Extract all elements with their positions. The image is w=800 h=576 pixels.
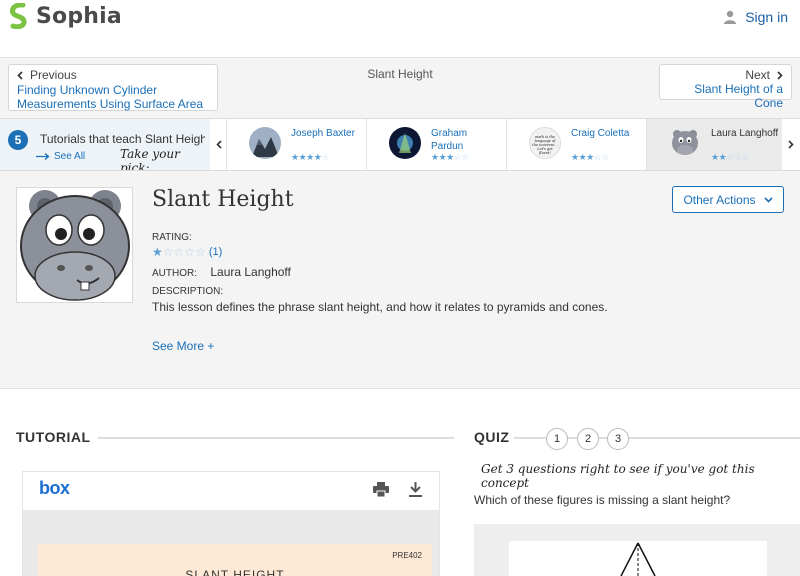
quiz-question-3[interactable]: 3 [607, 428, 629, 450]
document-code: PRE402 [392, 551, 422, 560]
star-filled-icon: ★ [306, 152, 314, 162]
tutorial-count-badge: 5 [8, 130, 28, 150]
quiz-figure[interactable] [509, 541, 767, 576]
lesson-rating[interactable]: ★☆☆☆☆ (1) [152, 245, 222, 259]
avatar-text: math is the language of the universe... … [532, 135, 558, 155]
document-heading: SLANT HEIGHT [185, 568, 285, 576]
tutorials-title: Tutorials that teach Slant Height [40, 132, 205, 146]
author-name: Laura Langhoff [210, 265, 291, 279]
avatar [669, 127, 701, 159]
star-rating: ★★★☆☆ [571, 152, 609, 163]
lesson-info: Slant Height Other Actions RATING: ★☆☆☆☆… [0, 171, 800, 389]
tutorials-header: 5 Tutorials that teach Slant Height See … [0, 119, 210, 170]
document-page: PRE402 SLANT HEIGHT [38, 544, 432, 576]
star-filled-icon: ★ [446, 152, 454, 162]
tutorial-author-name: Laura Langhoff [711, 128, 779, 139]
quiz-question-2[interactable]: 2 [577, 428, 599, 450]
print-icon[interactable] [373, 482, 389, 497]
chevron-right-icon [788, 140, 794, 149]
pyramid-figure-image [620, 542, 656, 576]
sophia-logo-icon [10, 3, 27, 29]
star-rating: ★★★☆☆ [431, 152, 469, 163]
see-all-label: See All [54, 151, 86, 162]
tutorial-author-name: Joseph Baxter [291, 128, 355, 139]
divider [98, 437, 454, 439]
next-label: Next [745, 68, 770, 82]
quiz-tagline: Get 3 questions right to see if you've g… [481, 462, 755, 490]
lesson-title: Slant Height [152, 187, 294, 212]
star-filled-icon: ★ [291, 152, 299, 162]
star-empty-icon: ☆ [162, 245, 174, 259]
chevron-down-icon [763, 196, 773, 203]
quiz-section-title: QUIZ [474, 429, 510, 445]
star-empty-icon: ☆ [726, 152, 734, 162]
hippo-avatar-image [672, 130, 698, 155]
author-label: AUTHOR: [152, 268, 197, 279]
star-empty-icon: ☆ [321, 152, 329, 162]
star-filled-icon: ★ [152, 245, 163, 259]
next-lesson-button[interactable]: Next Slant Height of a Cone [659, 64, 792, 110]
star-empty-icon: ☆ [461, 152, 469, 162]
hippo-thumbnail-image [20, 190, 130, 301]
chevron-left-icon [216, 140, 222, 149]
star-empty-icon: ☆ [741, 152, 749, 162]
download-icon[interactable] [409, 482, 422, 497]
chevron-right-icon [777, 70, 783, 80]
avatar-image [389, 127, 421, 159]
tutorial-author-name: Craig Coletta [571, 128, 630, 139]
user-icon [724, 10, 737, 24]
sign-in-label: Sign in [745, 9, 788, 25]
star-filled-icon: ★ [586, 152, 594, 162]
tutorial-section-title: TUTORIAL [16, 429, 91, 445]
tutorial-card-graham-pardun[interactable]: Graham Pardun ★★★☆☆ [366, 119, 506, 170]
tutorial-card-joseph-baxter[interactable]: Joseph Baxter ★★★★☆ [226, 119, 366, 170]
star-empty-icon: ☆ [601, 152, 609, 162]
box-logo: box [39, 478, 70, 498]
star-rating: ★☆☆☆☆ [152, 245, 206, 259]
tutorials-scroll-right[interactable] [782, 119, 800, 170]
star-filled-icon: ★ [711, 152, 719, 162]
sign-in-link[interactable]: Sign in [723, 9, 788, 25]
lesson-description: This lesson defines the phrase slant hei… [152, 300, 608, 314]
star-empty-icon: ☆ [184, 245, 196, 259]
arrow-right-icon [36, 153, 50, 160]
previous-lesson-title: Finding Unknown Cylinder Measurements Us… [17, 83, 204, 111]
avatar-image [249, 127, 281, 159]
avatar [249, 127, 281, 159]
lesson-thumbnail [16, 187, 133, 303]
star-empty-icon: ☆ [173, 245, 185, 259]
take-your-pick-label: Take your pick: [120, 147, 180, 170]
star-empty-icon: ☆ [195, 245, 206, 259]
sophia-logo[interactable]: Sophia [8, 3, 122, 29]
next-lesson-title: Slant Height of a Cone [694, 82, 783, 110]
other-actions-label: Other Actions [683, 192, 756, 207]
see-all-link[interactable]: See All [36, 151, 85, 162]
author-row: AUTHOR: Laura Langhoff [152, 265, 291, 279]
tutorial-card-craig-coletta[interactable]: math is the language of the universe... … [506, 119, 646, 170]
rating-label: RATING: [152, 232, 192, 243]
description-label: DESCRIPTION: [152, 286, 224, 297]
quiz-question-text: Which of these figures is missing a slan… [474, 493, 731, 507]
brand-name: Sophia [36, 3, 122, 29]
avatar: math is the language of the universe... … [529, 127, 561, 159]
avatar [389, 127, 421, 159]
quiz-question-1[interactable]: 1 [546, 428, 568, 450]
tutorials-strip: 5 Tutorials that teach Slant Height See … [0, 118, 800, 171]
star-filled-icon: ★ [431, 152, 439, 162]
see-more-link[interactable]: See More + [152, 339, 214, 353]
tutorial-author-name: Graham Pardun [431, 128, 468, 152]
top-header: Sophia Sign in [0, 0, 800, 58]
star-rating: ★★★★☆ [291, 152, 329, 163]
star-filled-icon: ★ [571, 152, 579, 162]
lesson-navigation: Previous Finding Unknown Cylinder Measur… [0, 58, 800, 118]
star-rating: ★★☆☆☆ [711, 152, 749, 163]
rating-count: (1) [208, 246, 223, 258]
tutorial-card-laura-langhoff[interactable]: Laura Langhoff ★★☆☆☆ [646, 119, 782, 170]
other-actions-dropdown[interactable]: Other Actions [672, 186, 784, 213]
